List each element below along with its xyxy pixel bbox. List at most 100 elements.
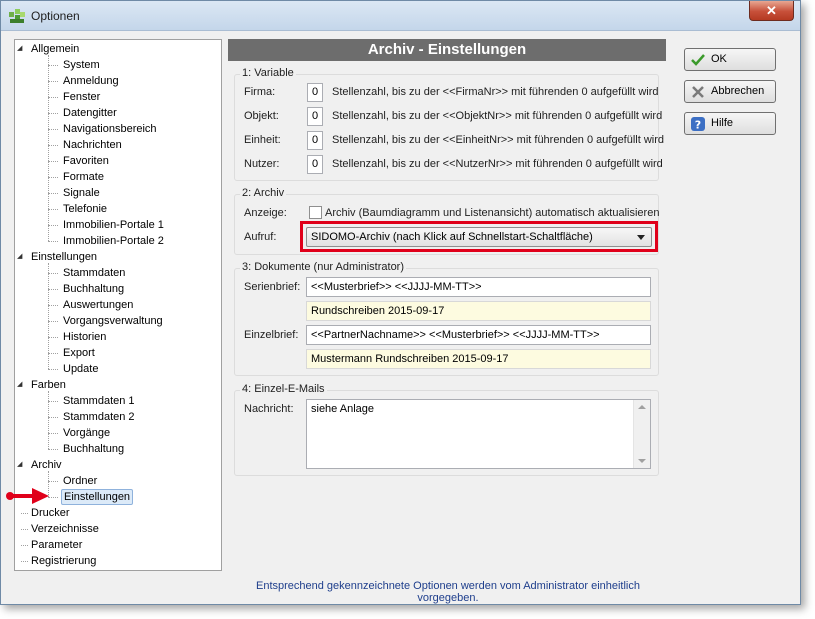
svg-text:?: ? (695, 119, 701, 132)
tree-node[interactable]: Drucker (21, 505, 72, 521)
app-icon (9, 9, 25, 23)
nachricht-scrollbar[interactable] (633, 400, 650, 468)
einzelbrief-field[interactable]: <<PartnerNachname>> <<Musterbrief>> <<JJ… (306, 325, 651, 345)
chevron-down-icon (637, 235, 645, 240)
tree-leaf[interactable]: Datengitter (48, 105, 119, 121)
panel-title: Archiv - Einstellungen (228, 39, 666, 61)
tree-leaf[interactable]: Vorgänge (48, 425, 112, 441)
serienbrief-field[interactable]: <<Musterbrief>> <<JJJJ-MM-TT>> (306, 277, 651, 297)
tree-node[interactable]: ◢ Allgemein (17, 41, 81, 57)
tree-leaf[interactable]: Export (48, 345, 97, 361)
tree-connector (21, 561, 28, 562)
firma-description: Stellenzahl, bis zu der <<FirmaNr>> mit … (332, 86, 659, 98)
tree-item-label: Nachrichten (63, 139, 122, 151)
nutzer-digits-field[interactable]: 0 (307, 155, 323, 174)
tree-item-label: Buchhaltung (63, 443, 125, 455)
nachricht-textarea[interactable]: siehe Anlage (306, 399, 651, 469)
tree-leaf[interactable]: Telefonie (48, 201, 109, 217)
tree-connector (48, 263, 49, 369)
tree-item-label: Registrierung (31, 555, 97, 567)
tree-item-label: Export (63, 347, 95, 359)
tree-item-label: Vorgänge (63, 427, 111, 439)
tree-leaf[interactable]: Fenster (48, 89, 102, 105)
tree-leaf[interactable]: Vorgangsverwaltung (48, 313, 165, 329)
aufruf-dropdown[interactable]: SIDOMO-Archiv (nach Klick auf Schnellsta… (306, 227, 652, 247)
cancel-button[interactable]: Abbrechen (684, 80, 776, 103)
tree-leaf[interactable]: Buchhaltung (48, 281, 126, 297)
tree-connector (48, 193, 58, 194)
tree-node[interactable]: Registrierung (21, 553, 98, 569)
ok-button[interactable]: OK (684, 48, 776, 71)
tree-item-label: Immobilien-Portale 1 (63, 219, 164, 231)
tree-connector (48, 161, 58, 162)
tree-leaf[interactable]: Auswertungen (48, 297, 135, 313)
tree-node[interactable]: ◢ Archiv (17, 457, 64, 473)
tree-connector (48, 241, 58, 242)
tree-item-label: Allgemein (31, 43, 80, 55)
tree-node[interactable]: ◢ Einstellungen (17, 249, 99, 265)
title-bar[interactable]: Optionen ✕ (1, 1, 800, 31)
tree-leaf[interactable]: Stammdaten (48, 265, 127, 281)
tree-connector (48, 369, 58, 370)
firma-digits-field[interactable]: 0 (307, 83, 323, 102)
tree-node[interactable]: Parameter (21, 537, 84, 553)
tree-leaf[interactable]: Ordner (48, 473, 99, 489)
tree-leaf[interactable]: Immobilien-Portale 1 (48, 217, 166, 233)
tree-connector (48, 113, 58, 114)
tree-leaf[interactable]: Einstellungen (48, 489, 134, 505)
tree-leaf[interactable]: System (48, 57, 102, 73)
dokumente-group-title: 3: Dokumente (nur Administrator) (240, 261, 407, 273)
scroll-down-icon[interactable] (638, 459, 646, 463)
tree-leaf[interactable]: Signale (48, 185, 102, 201)
tree-item-label: Vorgangsverwaltung (63, 315, 163, 327)
objekt-digits-field[interactable]: 0 (307, 107, 323, 126)
objekt-description: Stellenzahl, bis zu der <<ObjektNr>> mit… (332, 110, 663, 122)
tree-connector (48, 305, 58, 306)
window-title: Optionen (31, 9, 80, 23)
tree-leaf[interactable]: Update (48, 361, 100, 377)
help-label: Hilfe (711, 117, 734, 129)
tree-item-label: Telefonie (63, 203, 108, 215)
einzelbrief-preview: Mustermann Rundschreiben 2015-09-17 (306, 349, 651, 369)
tree-item-label: Drucker (31, 507, 70, 519)
tree-connector (21, 513, 28, 514)
tree-leaf[interactable]: Navigationsbereich (48, 121, 159, 137)
tree-connector (48, 353, 58, 354)
tree-item-label: Historien (63, 331, 107, 343)
tree-leaf[interactable]: Formate (48, 169, 106, 185)
tree-leaf[interactable]: Anmeldung (48, 73, 121, 89)
tree-connector (21, 545, 28, 546)
tree-connector (48, 417, 58, 418)
tree-expander-icon[interactable]: ◢ (17, 457, 26, 473)
tree-leaf[interactable]: Stammdaten 2 (48, 409, 137, 425)
tree-leaf[interactable]: Immobilien-Portale 2 (48, 233, 166, 249)
tree-connector (48, 337, 58, 338)
tree-item-label: Buchhaltung (63, 283, 125, 295)
tree-leaf[interactable]: Favoriten (48, 153, 111, 169)
einzelbrief-label: Einzelbrief: (244, 329, 299, 341)
tree-expander-icon[interactable]: ◢ (17, 377, 26, 393)
tree-connector (48, 401, 58, 402)
tree-item-label: Favoriten (63, 155, 109, 167)
tree-leaf[interactable]: Stammdaten 1 (48, 393, 137, 409)
tree-expander-icon[interactable]: ◢ (17, 41, 26, 57)
serienbrief-label: Serienbrief: (244, 281, 301, 293)
close-button[interactable]: ✕ (749, 1, 794, 21)
tree-item-label: Stammdaten 1 (63, 395, 135, 407)
tree-leaf[interactable]: Nachrichten (48, 137, 124, 153)
tree-item-label: Anmeldung (63, 75, 119, 87)
tree-item-label: System (63, 59, 100, 71)
tree-connector (48, 273, 58, 274)
tree-leaf[interactable]: Historien (48, 329, 108, 345)
tree-expander-icon[interactable]: ◢ (17, 249, 26, 265)
tree-connector (48, 391, 49, 449)
scroll-up-icon[interactable] (638, 405, 646, 409)
tree-leaf[interactable]: Buchhaltung (48, 441, 126, 457)
tree-item-label: Formate (63, 171, 104, 183)
tree-node[interactable]: Verzeichnisse (21, 521, 101, 537)
objekt-label: Objekt: (244, 110, 279, 122)
einheit-digits-field[interactable]: 0 (307, 131, 323, 150)
tree-item-label: Immobilien-Portale 2 (63, 235, 164, 247)
help-button[interactable]: ? Hilfe (684, 112, 776, 135)
auto-refresh-checkbox[interactable] (309, 206, 322, 219)
